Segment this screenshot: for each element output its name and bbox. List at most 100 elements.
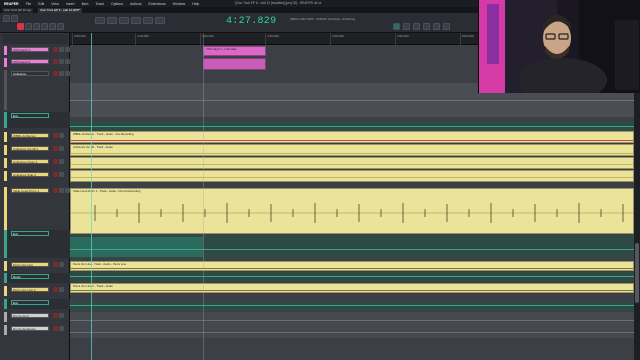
media-item[interactable]: VOX Hayzi 1 - main take	[203, 46, 266, 56]
lock-toggle[interactable]	[131, 17, 141, 24]
track-name[interactable]: WBDL Ambience	[11, 133, 49, 138]
record-arm-icon[interactable]	[53, 262, 58, 267]
metronome-icon[interactable]	[155, 17, 165, 24]
track-header[interactable]: Ambience 3m 48 1	[4, 145, 70, 155]
envelope-lane[interactable]	[70, 235, 634, 259]
track-header[interactable]: Drums Amb	[4, 312, 70, 322]
menu-file[interactable]: File	[26, 2, 32, 6]
snap-toggle[interactable]	[95, 17, 105, 24]
redo-icon[interactable]	[11, 15, 18, 22]
record-arm-icon[interactable]	[53, 59, 58, 64]
rewind-icon[interactable]	[57, 23, 64, 30]
mute-icon[interactable]	[59, 188, 64, 193]
record-arm-icon[interactable]	[53, 146, 58, 151]
envelope-block[interactable]	[70, 237, 203, 257]
envelope-lane-header[interactable]: Env	[4, 230, 70, 258]
scrollbar-thumb[interactable]	[635, 243, 639, 303]
envelope-name[interactable]: Env	[11, 231, 49, 236]
mute-icon[interactable]	[59, 262, 64, 267]
tempo-icon[interactable]	[393, 23, 400, 30]
mute-icon[interactable]	[59, 133, 64, 138]
menu-options[interactable]: Options	[111, 2, 123, 6]
track-header[interactable]: Percs Vox Line 2	[4, 286, 70, 296]
mute-icon[interactable]	[59, 287, 64, 292]
menu-help[interactable]: Help	[192, 2, 199, 6]
media-item[interactable]	[70, 157, 634, 169]
stop-icon[interactable]	[33, 23, 40, 30]
settings-icon[interactable]	[403, 23, 410, 30]
track-name[interactable]: Ambience 3m 48 1	[11, 146, 49, 151]
menu-edit[interactable]: Edit	[38, 2, 44, 6]
ripple-toggle[interactable]	[119, 17, 129, 24]
mixer-icon[interactable]	[413, 23, 420, 30]
pause-icon[interactable]	[41, 23, 48, 30]
mute-icon[interactable]	[59, 59, 64, 64]
undo-icon[interactable]	[3, 15, 10, 22]
track-name[interactable]: VOX Hayzi 2	[11, 59, 49, 64]
record-arm-icon[interactable]	[53, 326, 58, 331]
envelope-line[interactable]	[70, 249, 634, 250]
menu-actions[interactable]: Actions	[130, 2, 141, 6]
record-arm-icon[interactable]	[53, 188, 58, 193]
record-icon[interactable]	[17, 23, 24, 30]
envelope-line[interactable]	[71, 140, 633, 141]
track-header[interactable]: Drums Ambience	[4, 325, 70, 335]
track-header[interactable]: Percs Vox Line	[4, 261, 70, 271]
record-arm-icon[interactable]	[53, 47, 58, 52]
track-name[interactable]: Table Lined Drum 1	[11, 188, 49, 193]
play-icon[interactable]	[25, 23, 32, 30]
track-header[interactable]: Ambience	[4, 70, 70, 110]
track-lane[interactable]: Table Lined Drum 1 - Track - Audio - Dru…	[70, 188, 634, 234]
search-icon[interactable]	[443, 23, 450, 30]
track-name[interactable]: Percs Vox Line 2	[11, 287, 49, 292]
mute-icon[interactable]	[59, 47, 64, 52]
menu-window[interactable]: Window	[173, 2, 185, 6]
track-name[interactable]: Ambience	[11, 71, 49, 76]
mute-icon[interactable]	[59, 313, 64, 318]
track-name[interactable]: Percs Vox Line	[11, 262, 49, 267]
mute-icon[interactable]	[59, 71, 64, 76]
record-arm-icon[interactable]	[53, 159, 58, 164]
record-arm-icon[interactable]	[53, 71, 58, 76]
track-header[interactable]: Ambience Side 3	[4, 171, 70, 181]
track-name[interactable]: Ambience Close 2	[11, 159, 49, 164]
envelope-line[interactable]	[70, 276, 634, 277]
envelope-line[interactable]	[70, 305, 634, 306]
loop-icon[interactable]	[49, 23, 56, 30]
envelope-name[interactable]: Env	[11, 300, 49, 305]
envelope-name[interactable]: Room	[11, 274, 49, 279]
menu-extensions[interactable]: Extensions	[149, 2, 166, 6]
menu-item[interactable]: Item	[82, 2, 89, 6]
track-header[interactable]: Ambience Close 2	[4, 158, 70, 168]
envelope-toggle[interactable]	[143, 17, 153, 24]
record-arm-icon[interactable]	[53, 172, 58, 177]
mute-icon[interactable]	[59, 146, 64, 151]
mute-icon[interactable]	[59, 159, 64, 164]
grid-toggle[interactable]	[107, 17, 117, 24]
envelope-lane-header[interactable]: Env	[4, 112, 70, 128]
playhead[interactable]	[91, 33, 92, 360]
menu-insert[interactable]: Insert	[66, 2, 75, 6]
envelope-lane[interactable]	[70, 272, 634, 282]
track-lane[interactable]	[70, 312, 634, 338]
mute-icon[interactable]	[59, 326, 64, 331]
track-header[interactable]: VOX Hayzi 1	[4, 46, 70, 55]
track-name[interactable]: Drums Ambience	[11, 326, 49, 331]
track-name[interactable]: Ambience Side 3	[11, 172, 49, 177]
track-name[interactable]: VOX Hayzi 1	[11, 47, 49, 52]
media-item[interactable]: WBDL Ambience - Track - Audio - Vox Reco…	[70, 131, 634, 143]
track-header[interactable]: Table Lined Drum 1	[4, 187, 70, 230]
track-header[interactable]: VOX Hayzi 2	[4, 58, 70, 67]
fx-icon[interactable]	[423, 23, 430, 30]
envelope-lane-header[interactable]: Room	[4, 273, 70, 283]
envelope-name[interactable]: Env	[11, 113, 49, 118]
routing-icon[interactable]	[433, 23, 440, 30]
track-lane[interactable]: Percs Vox Line - Track - Audio - Percs L…	[70, 261, 634, 301]
record-arm-icon[interactable]	[53, 287, 58, 292]
record-arm-icon[interactable]	[53, 313, 58, 318]
menu-view[interactable]: View	[51, 2, 59, 6]
media-item[interactable]	[203, 58, 266, 70]
track-name[interactable]: Drums Amb	[11, 313, 49, 318]
media-item[interactable]: Ambience 3m 48 - Track - Audio	[70, 144, 634, 156]
envelope-lane-header[interactable]: Env	[4, 299, 70, 309]
